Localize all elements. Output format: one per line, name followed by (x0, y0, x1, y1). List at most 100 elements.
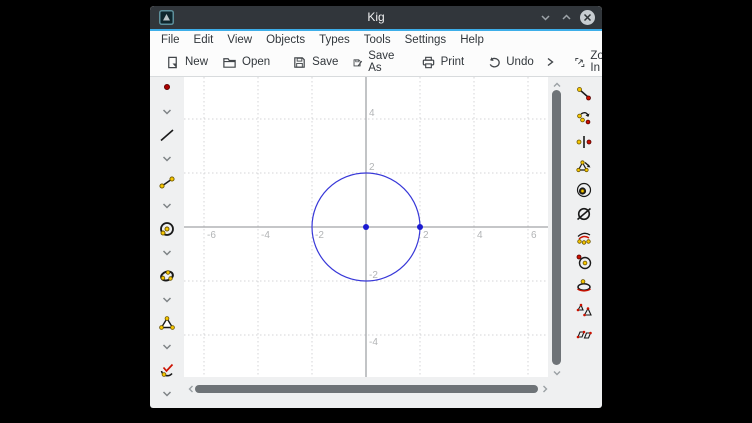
horizontal-scrollbar[interactable] (184, 380, 550, 398)
rotation-icon (575, 253, 593, 271)
affinity-icon (575, 325, 593, 343)
x-tick-label: 2 (423, 230, 429, 241)
menu-settings[interactable]: Settings (405, 34, 447, 46)
menu-objects[interactable]: Objects (266, 34, 305, 46)
window-controls (538, 6, 595, 29)
vertical-scrollbar[interactable] (548, 77, 565, 377)
mirror-tool-button[interactable] (575, 157, 593, 175)
point-tool-button[interactable] (158, 79, 176, 97)
mirror-icon (575, 157, 593, 175)
x-tick-label: -4 (261, 230, 270, 241)
printer-icon (421, 55, 436, 70)
kig-window: Kig File Edit View Objects Types Tools (150, 6, 602, 408)
rotate-tool-button[interactable] (575, 109, 593, 127)
circle-slash-icon (575, 205, 593, 223)
y-tick-label: -4 (369, 337, 378, 348)
chevron-down-icon (160, 387, 174, 401)
chevron-down-icon (160, 293, 174, 307)
conic-icon (158, 267, 176, 285)
left-toolbox (150, 77, 184, 402)
circle-tool-button[interactable] (158, 220, 176, 238)
inversion-icon (575, 181, 593, 199)
similitude-icon (575, 229, 593, 247)
titlebar[interactable]: Kig (150, 6, 602, 29)
chevron-down-icon (160, 340, 174, 354)
point-reflection-tool-button[interactable] (575, 133, 593, 151)
line-icon (158, 126, 176, 144)
save-as-button[interactable]: Save As (345, 47, 405, 77)
chevron-down-icon (160, 246, 174, 260)
window-title: Kig (150, 6, 602, 29)
arc-tool-button[interactable] (158, 361, 176, 379)
segment-tool-button[interactable] (158, 173, 176, 191)
menu-edit[interactable]: Edit (194, 34, 214, 46)
zoom-in-icon (574, 55, 586, 70)
rotate-icon (575, 109, 593, 127)
new-button[interactable]: New (158, 52, 215, 73)
projective-rotation-tool-button[interactable] (575, 277, 593, 295)
menubar: File Edit View Objects Types Tools Setti… (150, 31, 602, 48)
point-reflection-icon (575, 133, 593, 151)
segment-tool-expander[interactable] (158, 197, 176, 214)
circle-slash-tool-button[interactable] (575, 205, 593, 223)
toolbar: New Open Save (150, 48, 602, 77)
horizontal-scrollbar-thumb[interactable] (195, 385, 538, 393)
polygon-tool-expander[interactable] (158, 338, 176, 355)
point-icon (158, 79, 176, 97)
menu-tools[interactable]: Tools (364, 34, 391, 46)
scroll-up-icon[interactable] (552, 80, 562, 90)
translate-tool-button[interactable] (575, 85, 593, 103)
scroll-down-icon[interactable] (552, 368, 562, 378)
y-tick-label: 2 (369, 162, 375, 173)
rotation-tool-button[interactable] (575, 253, 593, 271)
arc-icon (158, 361, 176, 379)
x-tick-label: -6 (207, 230, 216, 241)
undo-dropdown-chevron-icon[interactable] (541, 53, 559, 71)
close-button[interactable] (580, 10, 595, 25)
vertical-scrollbar-thumb[interactable] (552, 90, 561, 365)
line-tool-expander[interactable] (158, 150, 176, 167)
translate-icon (575, 85, 593, 103)
similitude-tool-button[interactable] (575, 229, 593, 247)
undo-arrow-icon (486, 55, 501, 70)
y-tick-label: 4 (369, 108, 375, 119)
save-button[interactable]: Save (285, 52, 345, 73)
polygon-icon (158, 314, 176, 332)
conic-tool-button[interactable] (158, 267, 176, 285)
x-tick-label: -2 (315, 230, 324, 241)
menu-types[interactable]: Types (319, 34, 350, 46)
chevron-down-icon (160, 105, 174, 119)
menu-help[interactable]: Help (460, 34, 484, 46)
projective-rotation-icon (575, 277, 593, 295)
inversion-tool-button[interactable] (575, 181, 593, 199)
save-floppy-icon (292, 55, 307, 70)
coordinate-plane: -6-4-224642-2-4 (184, 77, 548, 377)
y-tick-label: -2 (369, 270, 378, 281)
affinity-tool-button[interactable] (575, 325, 593, 343)
conic-tool-expander[interactable] (158, 291, 176, 308)
chevron-down-icon (160, 199, 174, 213)
point-tool-expander[interactable] (158, 103, 176, 120)
menu-view[interactable]: View (227, 34, 252, 46)
zoom-in-button[interactable]: Zoom In (567, 47, 602, 77)
open-button[interactable]: Open (215, 52, 277, 73)
undo-button[interactable]: Undo (479, 52, 541, 73)
polygon-tool-button[interactable] (158, 314, 176, 332)
right-toolbox (566, 77, 602, 377)
line-tool-button[interactable] (158, 126, 176, 144)
save-as-floppy-pencil-icon (352, 55, 363, 70)
point-object (363, 224, 369, 230)
maximize-icon[interactable] (559, 11, 573, 25)
minimize-icon[interactable] (538, 11, 552, 25)
scroll-right-icon[interactable] (540, 384, 550, 394)
segment-icon (158, 173, 176, 191)
x-tick-label: 4 (477, 230, 483, 241)
arc-tool-expander[interactable] (158, 385, 176, 402)
similarity-tool-button[interactable] (575, 301, 593, 319)
menu-file[interactable]: File (161, 34, 180, 46)
print-button[interactable]: Print (414, 52, 472, 73)
similarity-icon (575, 301, 593, 319)
open-folder-icon (222, 55, 237, 70)
circle-tool-expander[interactable] (158, 244, 176, 261)
geometry-canvas[interactable]: -6-4-224642-2-4 (184, 77, 548, 377)
